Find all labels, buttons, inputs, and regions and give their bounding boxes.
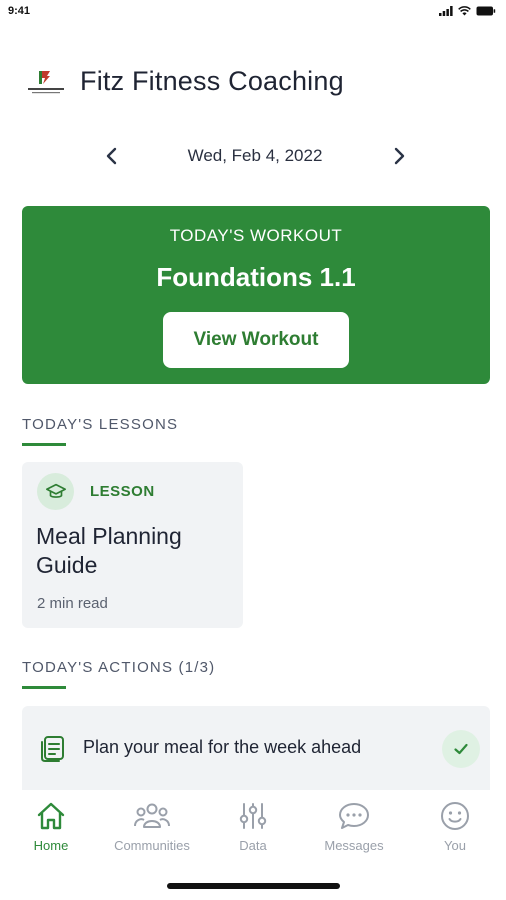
bottom-tab-bar: Home Communities Data Messages You bbox=[0, 790, 506, 870]
lessons-section-underline bbox=[22, 443, 66, 446]
notes-icon bbox=[41, 736, 64, 762]
chevron-right-icon[interactable] bbox=[387, 144, 411, 168]
checkmark-icon bbox=[454, 743, 468, 755]
workout-title: Foundations 1.1 bbox=[156, 262, 356, 292]
action-label: Plan your meal for the week ahead bbox=[83, 737, 362, 757]
action-item[interactable]: Plan your meal for the week ahead bbox=[22, 706, 490, 790]
chevron-left-icon[interactable] bbox=[100, 144, 124, 168]
people-icon bbox=[134, 803, 170, 828]
smiley-icon bbox=[441, 802, 469, 830]
app-header: Fitz Fitness Coaching bbox=[26, 66, 344, 97]
status-icons bbox=[439, 6, 496, 16]
action-complete-toggle[interactable] bbox=[442, 730, 480, 768]
current-date: Wed, Feb 4, 2022 bbox=[187, 146, 323, 165]
tab-label: Home bbox=[33, 838, 69, 853]
tab-label: Data bbox=[239, 838, 267, 853]
date-navigator: Wed, Feb 4, 2022 bbox=[0, 140, 506, 172]
app-title: Fitz Fitness Coaching bbox=[80, 66, 344, 96]
tab-data[interactable]: Data bbox=[203, 800, 303, 853]
view-workout-button[interactable]: View Workout bbox=[163, 312, 349, 368]
home-indicator[interactable] bbox=[167, 883, 340, 889]
status-bar: 9:41 bbox=[0, 0, 506, 26]
chat-bubble-icon bbox=[339, 803, 369, 829]
wifi-icon bbox=[458, 6, 471, 16]
status-time: 9:41 bbox=[8, 5, 31, 17]
app-screen: 9:41 Fitz Fitness Coaching Wed, Feb 4, 2… bbox=[0, 0, 506, 900]
tab-messages[interactable]: Messages bbox=[304, 800, 404, 853]
home-icon bbox=[37, 802, 65, 830]
lesson-tag: LESSON bbox=[90, 483, 155, 500]
battery-icon bbox=[476, 6, 496, 16]
tab-label: Communities bbox=[114, 838, 190, 853]
todays-workout-card: TODAY'S WORKOUT Foundations 1.1 View Wor… bbox=[22, 206, 490, 384]
lesson-title: Meal Planning Guide bbox=[36, 523, 182, 578]
tab-label: You bbox=[444, 838, 466, 853]
graduation-cap-icon bbox=[45, 483, 66, 498]
lesson-card[interactable]: LESSON Meal Planning Guide 2 min read bbox=[22, 462, 243, 628]
actions-section-header: TODAY'S ACTIONS (1/3) bbox=[22, 659, 216, 676]
tab-label: Messages bbox=[324, 838, 384, 853]
fitz-fitness-logo bbox=[28, 70, 64, 93]
lessons-section-header: TODAY'S LESSONS bbox=[22, 416, 179, 433]
tab-communities[interactable]: Communities bbox=[102, 800, 202, 853]
tab-you[interactable]: You bbox=[405, 800, 505, 853]
actions-section-underline bbox=[22, 686, 66, 689]
signal-icon bbox=[439, 6, 453, 16]
sliders-icon bbox=[239, 803, 267, 829]
lesson-icon-badge bbox=[37, 473, 74, 510]
lesson-read-time: 2 min read bbox=[37, 595, 108, 612]
tab-home[interactable]: Home bbox=[1, 800, 101, 853]
workout-eyebrow: TODAY'S WORKOUT bbox=[169, 226, 343, 245]
